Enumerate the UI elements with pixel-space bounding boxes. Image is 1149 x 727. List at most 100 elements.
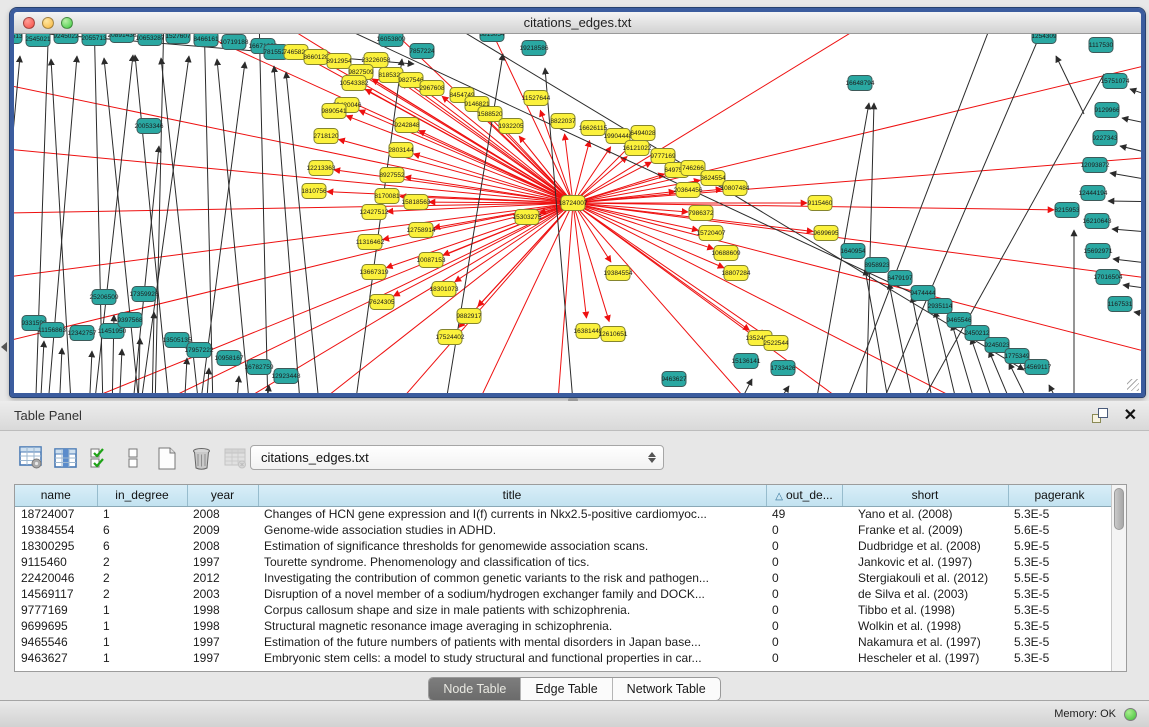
network-edge[interactable] bbox=[184, 358, 187, 393]
float-panel-icon[interactable] bbox=[1092, 408, 1108, 423]
network-node[interactable]: 12610651 bbox=[599, 327, 628, 342]
network-node[interactable]: 16053809 bbox=[377, 34, 406, 47]
cell-in_degree[interactable]: 1 bbox=[97, 618, 187, 634]
network-node[interactable]: 15136141 bbox=[732, 354, 761, 369]
network-edge[interactable] bbox=[14, 56, 20, 393]
cell-year[interactable]: 2008 bbox=[187, 538, 258, 554]
table-row[interactable]: 977716911998Corpus callosum shape and si… bbox=[15, 602, 1111, 618]
network-edge[interactable] bbox=[1130, 89, 1141, 104]
network-node[interactable]: 16648794 bbox=[846, 76, 875, 91]
cell-name[interactable]: 9463627 bbox=[15, 650, 97, 666]
table-row[interactable]: 969969511998Structural magnetic resonanc… bbox=[15, 618, 1111, 634]
network-node[interactable]: 1950513 bbox=[14, 34, 23, 44]
network-node[interactable]: 8215953 bbox=[1054, 203, 1080, 218]
network-node[interactable]: 11316462 bbox=[356, 235, 385, 250]
network-node[interactable]: 1527607 bbox=[165, 34, 191, 44]
cell-out_de[interactable]: 0 bbox=[766, 570, 842, 586]
close-panel-icon[interactable]: ✕ bbox=[1124, 409, 1137, 423]
network-edge[interactable] bbox=[421, 88, 573, 203]
table-row[interactable]: 1872400712008Changes of HCN gene express… bbox=[15, 506, 1111, 522]
network-node[interactable]: 18807284 bbox=[722, 266, 751, 281]
network-node[interactable]: 9129966 bbox=[1094, 103, 1120, 118]
network-node[interactable]: 8822037 bbox=[550, 114, 576, 129]
cell-year[interactable]: 1997 bbox=[187, 650, 258, 666]
network-edge[interactable] bbox=[866, 103, 874, 393]
network-node[interactable]: 2055713 bbox=[81, 34, 107, 46]
cell-name[interactable]: 9115460 bbox=[15, 554, 97, 570]
table-row[interactable]: 946554611997Estimation of the future num… bbox=[15, 634, 1111, 650]
network-node[interactable]: 6479197 bbox=[887, 271, 913, 286]
network-node[interactable]: 1932205 bbox=[498, 119, 524, 134]
cell-short[interactable]: Wolkin et al. (1998) bbox=[842, 618, 1008, 634]
cell-out_de[interactable]: 0 bbox=[766, 522, 842, 538]
cell-year[interactable]: 2003 bbox=[187, 586, 258, 602]
network-node[interactable]: 6494028 bbox=[630, 126, 656, 141]
network-node[interactable]: 12444194 bbox=[1079, 186, 1108, 201]
network-edge[interactable] bbox=[104, 58, 144, 393]
cell-pagerank[interactable]: 5.3E-5 bbox=[1008, 618, 1111, 634]
cell-year[interactable]: 2009 bbox=[187, 522, 258, 538]
network-node[interactable]: 9397568 bbox=[117, 313, 143, 328]
network-edge[interactable] bbox=[434, 34, 1024, 370]
network-node[interactable]: 2545021 bbox=[25, 34, 51, 47]
scrollbar-thumb[interactable] bbox=[1114, 488, 1124, 530]
column-header-in_degree[interactable]: in_degree bbox=[97, 485, 187, 506]
network-view-window[interactable]: citations_edges.txt 19505132545021924502… bbox=[10, 8, 1145, 397]
network-node[interactable]: 7624305 bbox=[369, 295, 395, 310]
tab-node-table[interactable]: Node Table bbox=[429, 678, 521, 700]
cell-pagerank[interactable]: 5.3E-5 bbox=[1008, 586, 1111, 602]
network-edge[interactable] bbox=[1056, 56, 1084, 114]
network-node[interactable]: 1588520 bbox=[477, 107, 503, 122]
network-edge[interactable] bbox=[1049, 385, 1074, 393]
network-node[interactable]: 3624554 bbox=[700, 171, 726, 186]
cell-name[interactable]: 9699695 bbox=[15, 618, 97, 634]
cell-in_degree[interactable]: 1 bbox=[97, 506, 187, 522]
network-node[interactable]: 17957222 bbox=[185, 343, 214, 358]
network-edge[interactable] bbox=[744, 386, 789, 393]
network-node[interactable]: 12213363 bbox=[307, 161, 336, 176]
column-header-out_de[interactable]: △out_de... bbox=[766, 485, 842, 506]
cell-in_degree[interactable]: 6 bbox=[97, 538, 187, 554]
column-header-name[interactable]: name bbox=[15, 485, 97, 506]
delete-table-icon[interactable] bbox=[188, 445, 214, 471]
network-edge[interactable] bbox=[573, 203, 1141, 364]
table-select-dropdown[interactable]: citations_edges.txt bbox=[250, 445, 664, 470]
cell-title[interactable]: Tourette syndrome. Phenomenology and cla… bbox=[258, 554, 766, 570]
cell-in_degree[interactable]: 2 bbox=[97, 586, 187, 602]
cell-short[interactable]: Dudbridge et al. (2008) bbox=[842, 538, 1008, 554]
network-node[interactable]: 10653287 bbox=[136, 34, 165, 46]
network-node[interactable]: 12758914 bbox=[407, 223, 436, 238]
network-node[interactable]: 12342757 bbox=[68, 326, 97, 341]
cell-title[interactable]: Changes of HCN gene expression and I(f) … bbox=[258, 506, 766, 522]
network-edge[interactable] bbox=[132, 146, 159, 393]
network-node[interactable]: 17524402 bbox=[436, 330, 465, 345]
cell-year[interactable]: 1998 bbox=[187, 602, 258, 618]
network-node[interactable]: 15720407 bbox=[697, 226, 726, 241]
cell-in_degree[interactable]: 1 bbox=[97, 602, 187, 618]
cell-out_de[interactable]: 0 bbox=[766, 538, 842, 554]
network-node[interactable]: 9242848 bbox=[394, 118, 420, 133]
network-node[interactable]: 16210643 bbox=[1083, 214, 1112, 229]
network-node[interactable]: 15303275 bbox=[513, 210, 542, 225]
cell-short[interactable]: de Silva et al. (2003) bbox=[842, 586, 1008, 602]
network-edge[interactable] bbox=[1120, 146, 1141, 159]
network-edge[interactable] bbox=[442, 96, 573, 203]
cell-pagerank[interactable]: 5.6E-5 bbox=[1008, 522, 1111, 538]
node-table[interactable]: namein_degreeyeartitle△out_de...shortpag… bbox=[15, 485, 1111, 666]
column-header-pagerank[interactable]: pagerank bbox=[1008, 485, 1111, 506]
cell-title[interactable]: Genome-wide association studies in ADHD. bbox=[258, 522, 766, 538]
tab-edge-table[interactable]: Edge Table bbox=[521, 678, 612, 700]
cell-short[interactable]: Yano et al. (2008) bbox=[842, 506, 1008, 522]
network-edge[interactable] bbox=[1108, 201, 1141, 202]
table-row[interactable]: 911546021997Tourette syndrome. Phenomeno… bbox=[15, 554, 1111, 570]
cell-pagerank[interactable]: 5.3E-5 bbox=[1008, 506, 1111, 522]
cell-out_de[interactable]: 0 bbox=[766, 618, 842, 634]
network-node[interactable]: 12427512 bbox=[360, 205, 389, 220]
cell-name[interactable]: 9777169 bbox=[15, 602, 97, 618]
cell-out_de[interactable]: 0 bbox=[766, 650, 842, 666]
network-node[interactable]: 20053346 bbox=[135, 119, 164, 134]
network-node[interactable]: 10688609 bbox=[712, 246, 741, 261]
cell-short[interactable]: Hescheler et al. (1997) bbox=[842, 650, 1008, 666]
row-height-icon[interactable] bbox=[120, 445, 146, 471]
window-resize-grip[interactable] bbox=[1127, 379, 1139, 391]
